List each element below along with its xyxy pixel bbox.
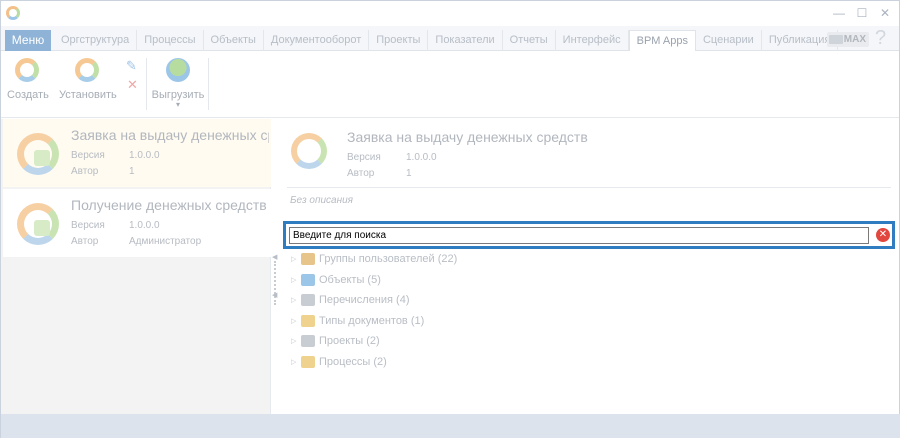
app-window: — ☐ ✕ Меню Оргструктура Процессы Объекты До…: [0, 0, 900, 438]
app-author-label: Автор: [71, 236, 99, 247]
install-icon: [75, 58, 99, 82]
app-version-value: 1.0.0.0: [129, 220, 160, 231]
expand-arrow-icon[interactable]: ▷: [291, 276, 301, 284]
menu-button[interactable]: Меню: [5, 30, 51, 51]
users-icon: [301, 253, 315, 265]
expand-arrow-icon[interactable]: ▷: [291, 358, 301, 366]
tab-8[interactable]: BPM Apps: [628, 30, 696, 51]
app-puzzle-icon: [17, 133, 59, 175]
tree-node-label: Проекты (2): [319, 335, 380, 347]
max-badge: MAX: [827, 32, 869, 47]
object-icon: [301, 273, 315, 286]
app-title: Получение денежных средств: [71, 197, 267, 213]
app-author-value: 1: [129, 166, 135, 177]
tab-6[interactable]: Отчеты: [503, 30, 556, 51]
export-icon: [166, 58, 190, 82]
clear-search-icon[interactable]: ✕: [876, 228, 890, 242]
ribbon-separator: [146, 58, 147, 110]
help-icon[interactable]: ?: [875, 27, 886, 50]
search-box: ✕: [283, 221, 895, 249]
tab-4[interactable]: Проекты: [369, 30, 429, 51]
create-button[interactable]: Создать: [7, 58, 49, 101]
tree-node[interactable]: ▷ Объекты (5): [291, 272, 381, 288]
folder-icon: [301, 314, 315, 327]
enum-icon: [301, 294, 315, 306]
expand-arrow-icon[interactable]: ▷: [291, 337, 301, 345]
tree-node-label: Процессы (2): [319, 355, 387, 368]
tree-node-label: Перечисления (4): [319, 294, 410, 306]
detail-author-value: 1: [406, 168, 412, 179]
panel-splitter[interactable]: ◀ ◀: [271, 119, 279, 414]
tab-bar: Меню Оргструктура Процессы Объекты Документ…: [1, 26, 899, 51]
app-author-value: Администратор: [129, 236, 202, 247]
tree-node[interactable]: ▷ Процессы (2): [291, 354, 387, 370]
tab-0[interactable]: Оргструктура: [54, 30, 138, 51]
tab-7[interactable]: Интерфейс: [556, 30, 629, 51]
app-author-label: Автор: [71, 166, 99, 177]
app-version-label: Версия: [71, 220, 105, 231]
tree-node[interactable]: ▷ Перечисления (4): [291, 292, 409, 308]
search-input[interactable]: [289, 227, 869, 244]
tree-node[interactable]: ▷ Группы пользователей (22): [291, 251, 457, 267]
expand-arrow-icon[interactable]: ▷: [291, 317, 301, 325]
collapse-left-icon[interactable]: ◀: [272, 253, 277, 261]
project-icon: [301, 335, 315, 347]
create-label: Создать: [7, 89, 49, 101]
create-icon: [15, 58, 39, 82]
minimize-button[interactable]: —: [829, 5, 849, 21]
edit-icon[interactable]: ✎: [126, 58, 137, 74]
install-button[interactable]: Установить: [59, 58, 117, 101]
maximize-button[interactable]: ☐: [852, 5, 872, 21]
detail-puzzle-icon: [291, 133, 327, 169]
close-button[interactable]: ✕: [875, 5, 895, 21]
ribbon-separator: [208, 58, 209, 110]
folder-icon: [301, 355, 315, 368]
install-label: Установить: [59, 89, 117, 101]
tab-9[interactable]: Сценарии: [696, 30, 762, 51]
export-dropdown-arrow[interactable]: ▾: [151, 101, 205, 109]
tab-2[interactable]: Объекты: [204, 30, 264, 51]
app-version-value: 1.0.0.0: [129, 150, 160, 161]
expand-arrow-icon[interactable]: ▷: [291, 255, 301, 263]
tab-3[interactable]: Документооборот: [264, 30, 370, 51]
tree-node-label: Объекты (5): [319, 273, 381, 286]
detail-version-value: 1.0.0.0: [406, 152, 437, 163]
tab-1[interactable]: Процессы: [137, 30, 204, 51]
status-bar: [1, 414, 900, 438]
detail-description: Без описания: [290, 195, 353, 206]
app-puzzle-icon: [17, 203, 59, 245]
detail-version-label: Версия: [347, 152, 381, 163]
detail-author-label: Автор: [347, 168, 375, 179]
title-bar: — ☐ ✕: [1, 1, 899, 26]
delete-icon[interactable]: ✕: [127, 77, 138, 93]
tab-5[interactable]: Показатели: [428, 30, 503, 51]
app-item[interactable]: Получение денежных средств Версия 1.0.0.…: [3, 189, 271, 257]
detail-divider: [287, 187, 891, 188]
expand-arrow-icon[interactable]: ▷: [291, 296, 301, 304]
app-logo-icon: [6, 6, 20, 20]
app-title: Заявка на выдачу денежных средств: [71, 127, 269, 143]
tabs-container: Оргструктура Процессы Объекты Документообор…: [54, 30, 839, 51]
collapse-left-icon[interactable]: ◀: [272, 291, 277, 299]
tree-node[interactable]: ▷ Типы документов (1): [291, 313, 424, 329]
app-item[interactable]: Заявка на выдачу денежных средств Версия…: [3, 119, 271, 187]
tree-node-label: Группы пользователей (22): [319, 253, 458, 265]
export-button[interactable]: Выгрузить ▾: [151, 58, 205, 109]
detail-title: Заявка на выдачу денежных средств: [347, 129, 588, 145]
app-version-label: Версия: [71, 150, 105, 161]
apps-list: Заявка на выдачу денежных средств Версия…: [1, 119, 271, 414]
tree-node-label: Типы документов (1): [319, 314, 425, 327]
tree-node[interactable]: ▷ Проекты (2): [291, 333, 380, 349]
